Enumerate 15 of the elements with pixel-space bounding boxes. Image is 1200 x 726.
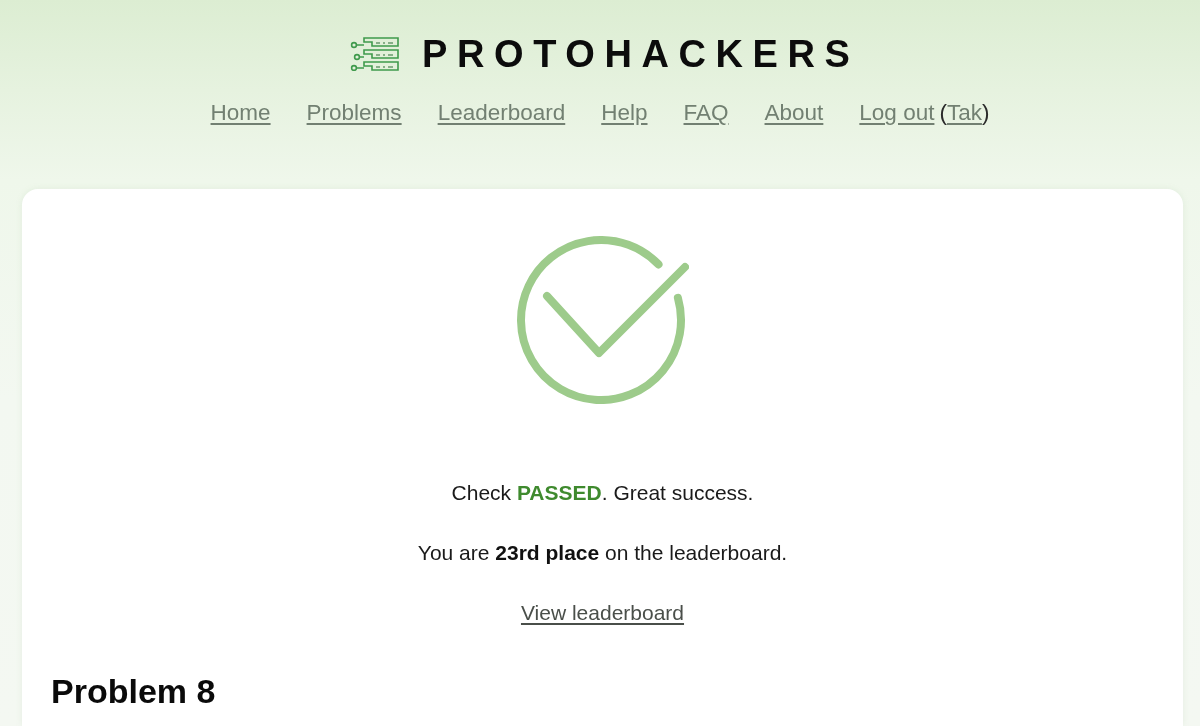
problem-heading: Problem 8 [51, 671, 216, 711]
check-circle-icon [516, 236, 689, 404]
nav-link[interactable]: Home [210, 99, 271, 127]
nav-link[interactable]: About [764, 99, 824, 127]
rank-message: You are 23rd place on the leaderboard. [417, 540, 788, 566]
view-leaderboard-link[interactable]: View leaderboard [520, 600, 685, 626]
logo-icon [350, 37, 400, 71]
user-label: (Tak) [939, 99, 990, 127]
nav-link[interactable]: Help [601, 99, 648, 127]
nav-link[interactable]: Problems [306, 99, 402, 127]
site-logo-text[interactable]: PROTOHACKERS [422, 36, 860, 72]
status-message: Check PASSED. Great success. [451, 480, 754, 506]
nav-link[interactable]: FAQ [683, 99, 729, 127]
nav-link[interactable]: Leaderboard [437, 99, 566, 127]
nav-link[interactable]: Log out [859, 99, 935, 127]
